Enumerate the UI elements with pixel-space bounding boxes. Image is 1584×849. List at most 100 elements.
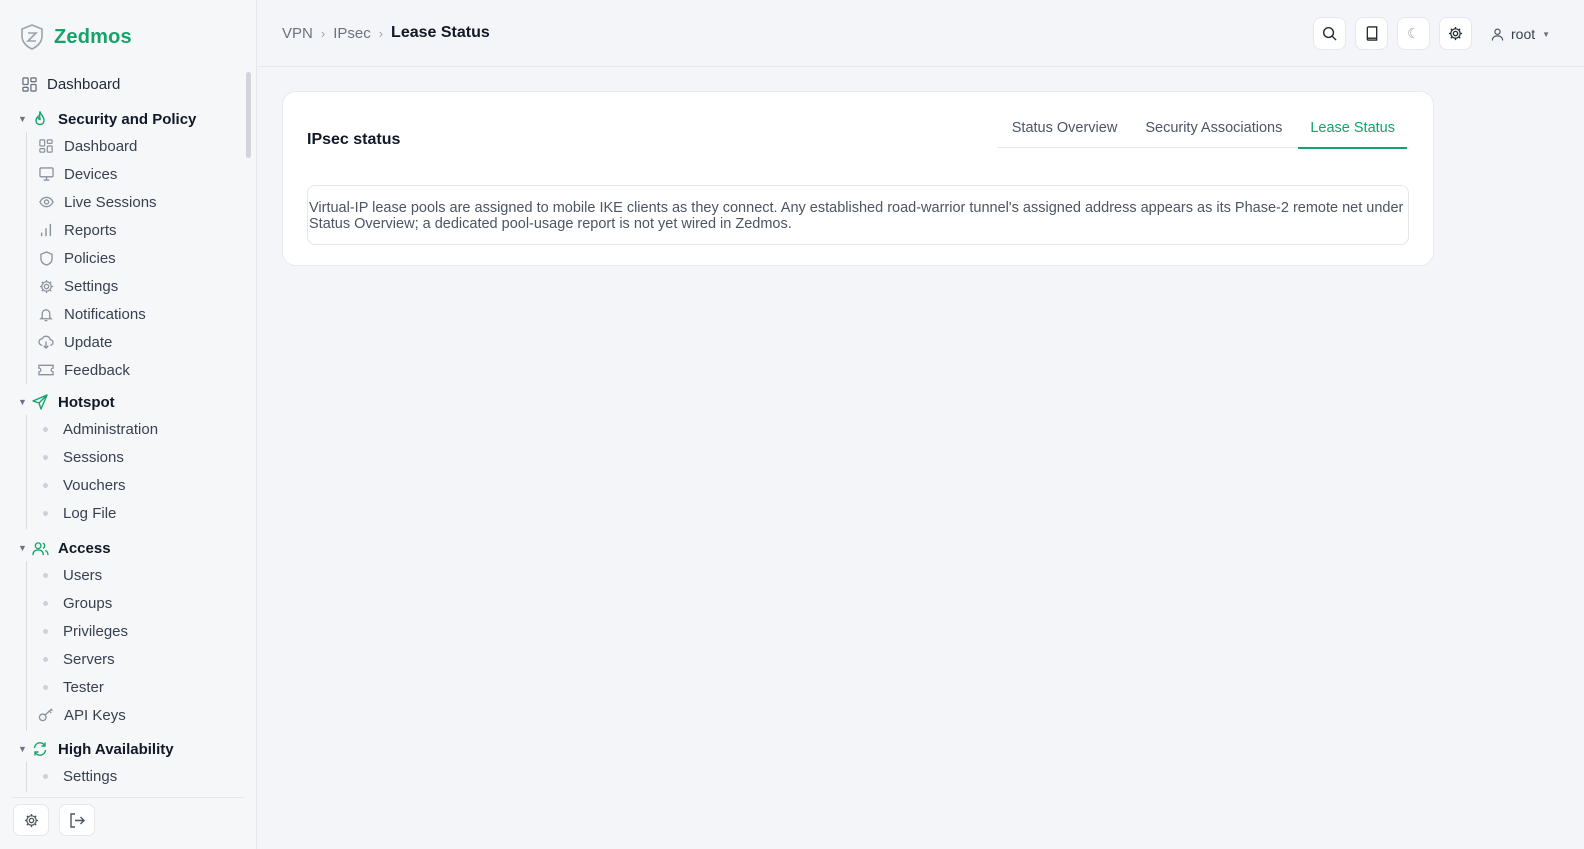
section-title: High Availability bbox=[58, 740, 174, 758]
sidebar-item-dashboard[interactable]: Dashboard bbox=[22, 73, 120, 95]
sidebar-item-api-keys[interactable]: API Keys bbox=[38, 704, 126, 726]
sidebar-item-label: Dashboard bbox=[64, 137, 138, 155]
sidebar-nav[interactable]: Dashboard ▼ Security and Policy Dashboar… bbox=[0, 68, 246, 792]
section-security-and-policy[interactable]: ▼ Security and Policy bbox=[18, 107, 196, 131]
chevron-right-icon: › bbox=[320, 25, 326, 41]
sidebar-item-label: Update bbox=[64, 333, 113, 351]
sidebar-item-vouchers[interactable]: Vouchers bbox=[38, 474, 126, 496]
chevron-down-icon: ▼ bbox=[18, 397, 27, 407]
sidebar-item-feedback[interactable]: Feedback bbox=[38, 359, 130, 381]
sidebar-item-update[interactable]: Update bbox=[38, 331, 112, 353]
sidebar-item-sp-dashboard[interactable]: Dashboard bbox=[38, 135, 137, 157]
tab-security-associations[interactable]: Security Associations bbox=[1133, 110, 1294, 148]
section-title: Security and Policy bbox=[58, 110, 197, 128]
sidebar-item-notifications[interactable]: Notifications bbox=[38, 303, 146, 325]
cloud-download-icon bbox=[38, 334, 54, 350]
sidebar-item-reports[interactable]: Reports bbox=[38, 219, 117, 241]
tab-lease-status[interactable]: Lease Status bbox=[1298, 110, 1407, 149]
sidebar-item-log-file[interactable]: Log File bbox=[38, 502, 116, 524]
sidebar-item-label: Devices bbox=[64, 165, 118, 183]
sidebar-item-groups[interactable]: Groups bbox=[38, 592, 112, 614]
sidebar-item-label: Reports bbox=[64, 221, 117, 239]
tab-bar: Status Overview Security Associations Le… bbox=[997, 110, 1409, 149]
section-high-availability[interactable]: ▼ High Availability bbox=[18, 737, 174, 761]
key-icon bbox=[38, 707, 54, 723]
search-button[interactable] bbox=[1313, 17, 1346, 50]
docs-button[interactable] bbox=[1355, 17, 1388, 50]
sidebar-item-live-sessions[interactable]: Live Sessions bbox=[38, 191, 157, 213]
breadcrumb-item-vpn[interactable]: VPN bbox=[282, 25, 313, 42]
bell-icon bbox=[38, 306, 54, 322]
logout-button[interactable] bbox=[59, 804, 95, 836]
bullet-icon bbox=[43, 572, 48, 578]
sidebar-item-label: Settings bbox=[64, 277, 119, 295]
brand[interactable]: Zedmos bbox=[20, 22, 132, 52]
bullet-icon bbox=[43, 684, 48, 690]
sidebar-item-privileges[interactable]: Privileges bbox=[38, 620, 128, 642]
send-icon bbox=[32, 393, 50, 411]
section-title: Access bbox=[58, 539, 111, 557]
caret-down-icon: ▼ bbox=[1542, 29, 1551, 39]
refresh-icon bbox=[32, 740, 50, 758]
sidebar-item-label: Users bbox=[63, 566, 103, 584]
eye-icon bbox=[38, 194, 54, 210]
theme-toggle-button[interactable]: ☾ bbox=[1397, 17, 1430, 50]
sidebar-item-label: Sessions bbox=[63, 448, 124, 466]
chevron-down-icon: ▼ bbox=[18, 744, 27, 754]
logo-icon bbox=[20, 24, 44, 50]
monitor-icon bbox=[38, 166, 54, 182]
sidebar-item-label: Dashboard bbox=[47, 75, 121, 93]
dashboard-icon bbox=[22, 76, 37, 92]
bullet-icon bbox=[43, 628, 48, 634]
tree-line bbox=[26, 762, 27, 792]
header-settings-button[interactable] bbox=[1439, 17, 1472, 50]
sidebar-item-label: Log File bbox=[63, 504, 117, 522]
sidebar-item-label: Tester bbox=[63, 678, 104, 696]
sidebar-item-label: Servers bbox=[63, 650, 115, 668]
sidebar-item-label: Feedback bbox=[64, 361, 130, 379]
sidebar-item-settings[interactable]: Settings bbox=[38, 275, 118, 297]
sidebar-item-ha-settings[interactable]: Settings bbox=[38, 765, 117, 787]
ipsec-status-card: IPsec status Status Overview Security As… bbox=[282, 91, 1434, 266]
breadcrumb-current: Lease Status bbox=[391, 24, 490, 41]
bullet-icon bbox=[43, 510, 48, 516]
sidebar-item-tester[interactable]: Tester bbox=[38, 676, 104, 698]
bullet-icon bbox=[43, 482, 48, 488]
user-name: root bbox=[1511, 26, 1536, 42]
lease-status-notice: Virtual-IP lease pools are assigned to m… bbox=[307, 185, 1409, 245]
section-hotspot[interactable]: ▼ Hotspot bbox=[18, 390, 115, 414]
sidebar-item-servers[interactable]: Servers bbox=[38, 648, 115, 670]
tab-status-overview[interactable]: Status Overview bbox=[1000, 110, 1130, 148]
section-access[interactable]: ▼ Access bbox=[18, 536, 111, 560]
sidebar-item-label: Groups bbox=[63, 594, 113, 612]
sidebar-item-label: API Keys bbox=[64, 706, 126, 724]
sidebar-scrollbar[interactable] bbox=[246, 72, 251, 158]
section-title: Hotspot bbox=[58, 393, 115, 411]
breadcrumb: VPN › IPsec › Lease Status bbox=[282, 22, 490, 44]
card-title: IPsec status bbox=[307, 131, 401, 148]
sidebar-item-administration[interactable]: Administration bbox=[38, 418, 158, 440]
breadcrumb-item-ipsec[interactable]: IPsec bbox=[333, 25, 371, 42]
search-icon bbox=[1322, 26, 1337, 41]
top-header: VPN › IPsec › Lease Status ☾ root ▼ bbox=[258, 0, 1584, 67]
settings-button[interactable] bbox=[13, 804, 49, 836]
gear-icon bbox=[24, 813, 39, 828]
sidebar-item-users[interactable]: Users bbox=[38, 564, 102, 586]
sidebar-item-sessions[interactable]: Sessions bbox=[38, 446, 124, 468]
sidebar-item-label: Policies bbox=[64, 249, 116, 267]
chevron-down-icon: ▼ bbox=[18, 114, 27, 124]
sidebar-item-policies[interactable]: Policies bbox=[38, 247, 116, 269]
user-icon bbox=[1491, 28, 1504, 41]
chevron-down-icon: ▼ bbox=[18, 543, 27, 553]
user-menu[interactable]: root ▼ bbox=[1491, 24, 1550, 44]
sidebar-item-devices[interactable]: Devices bbox=[38, 163, 117, 185]
bar-chart-icon bbox=[38, 222, 54, 238]
tree-line bbox=[26, 415, 27, 529]
tree-line bbox=[26, 132, 27, 384]
logout-icon bbox=[69, 812, 85, 828]
sidebar-item-label: Privileges bbox=[63, 622, 129, 640]
book-icon bbox=[1365, 26, 1379, 41]
flame-icon bbox=[32, 110, 50, 128]
bullet-icon bbox=[43, 656, 48, 662]
gear-icon bbox=[38, 278, 54, 294]
